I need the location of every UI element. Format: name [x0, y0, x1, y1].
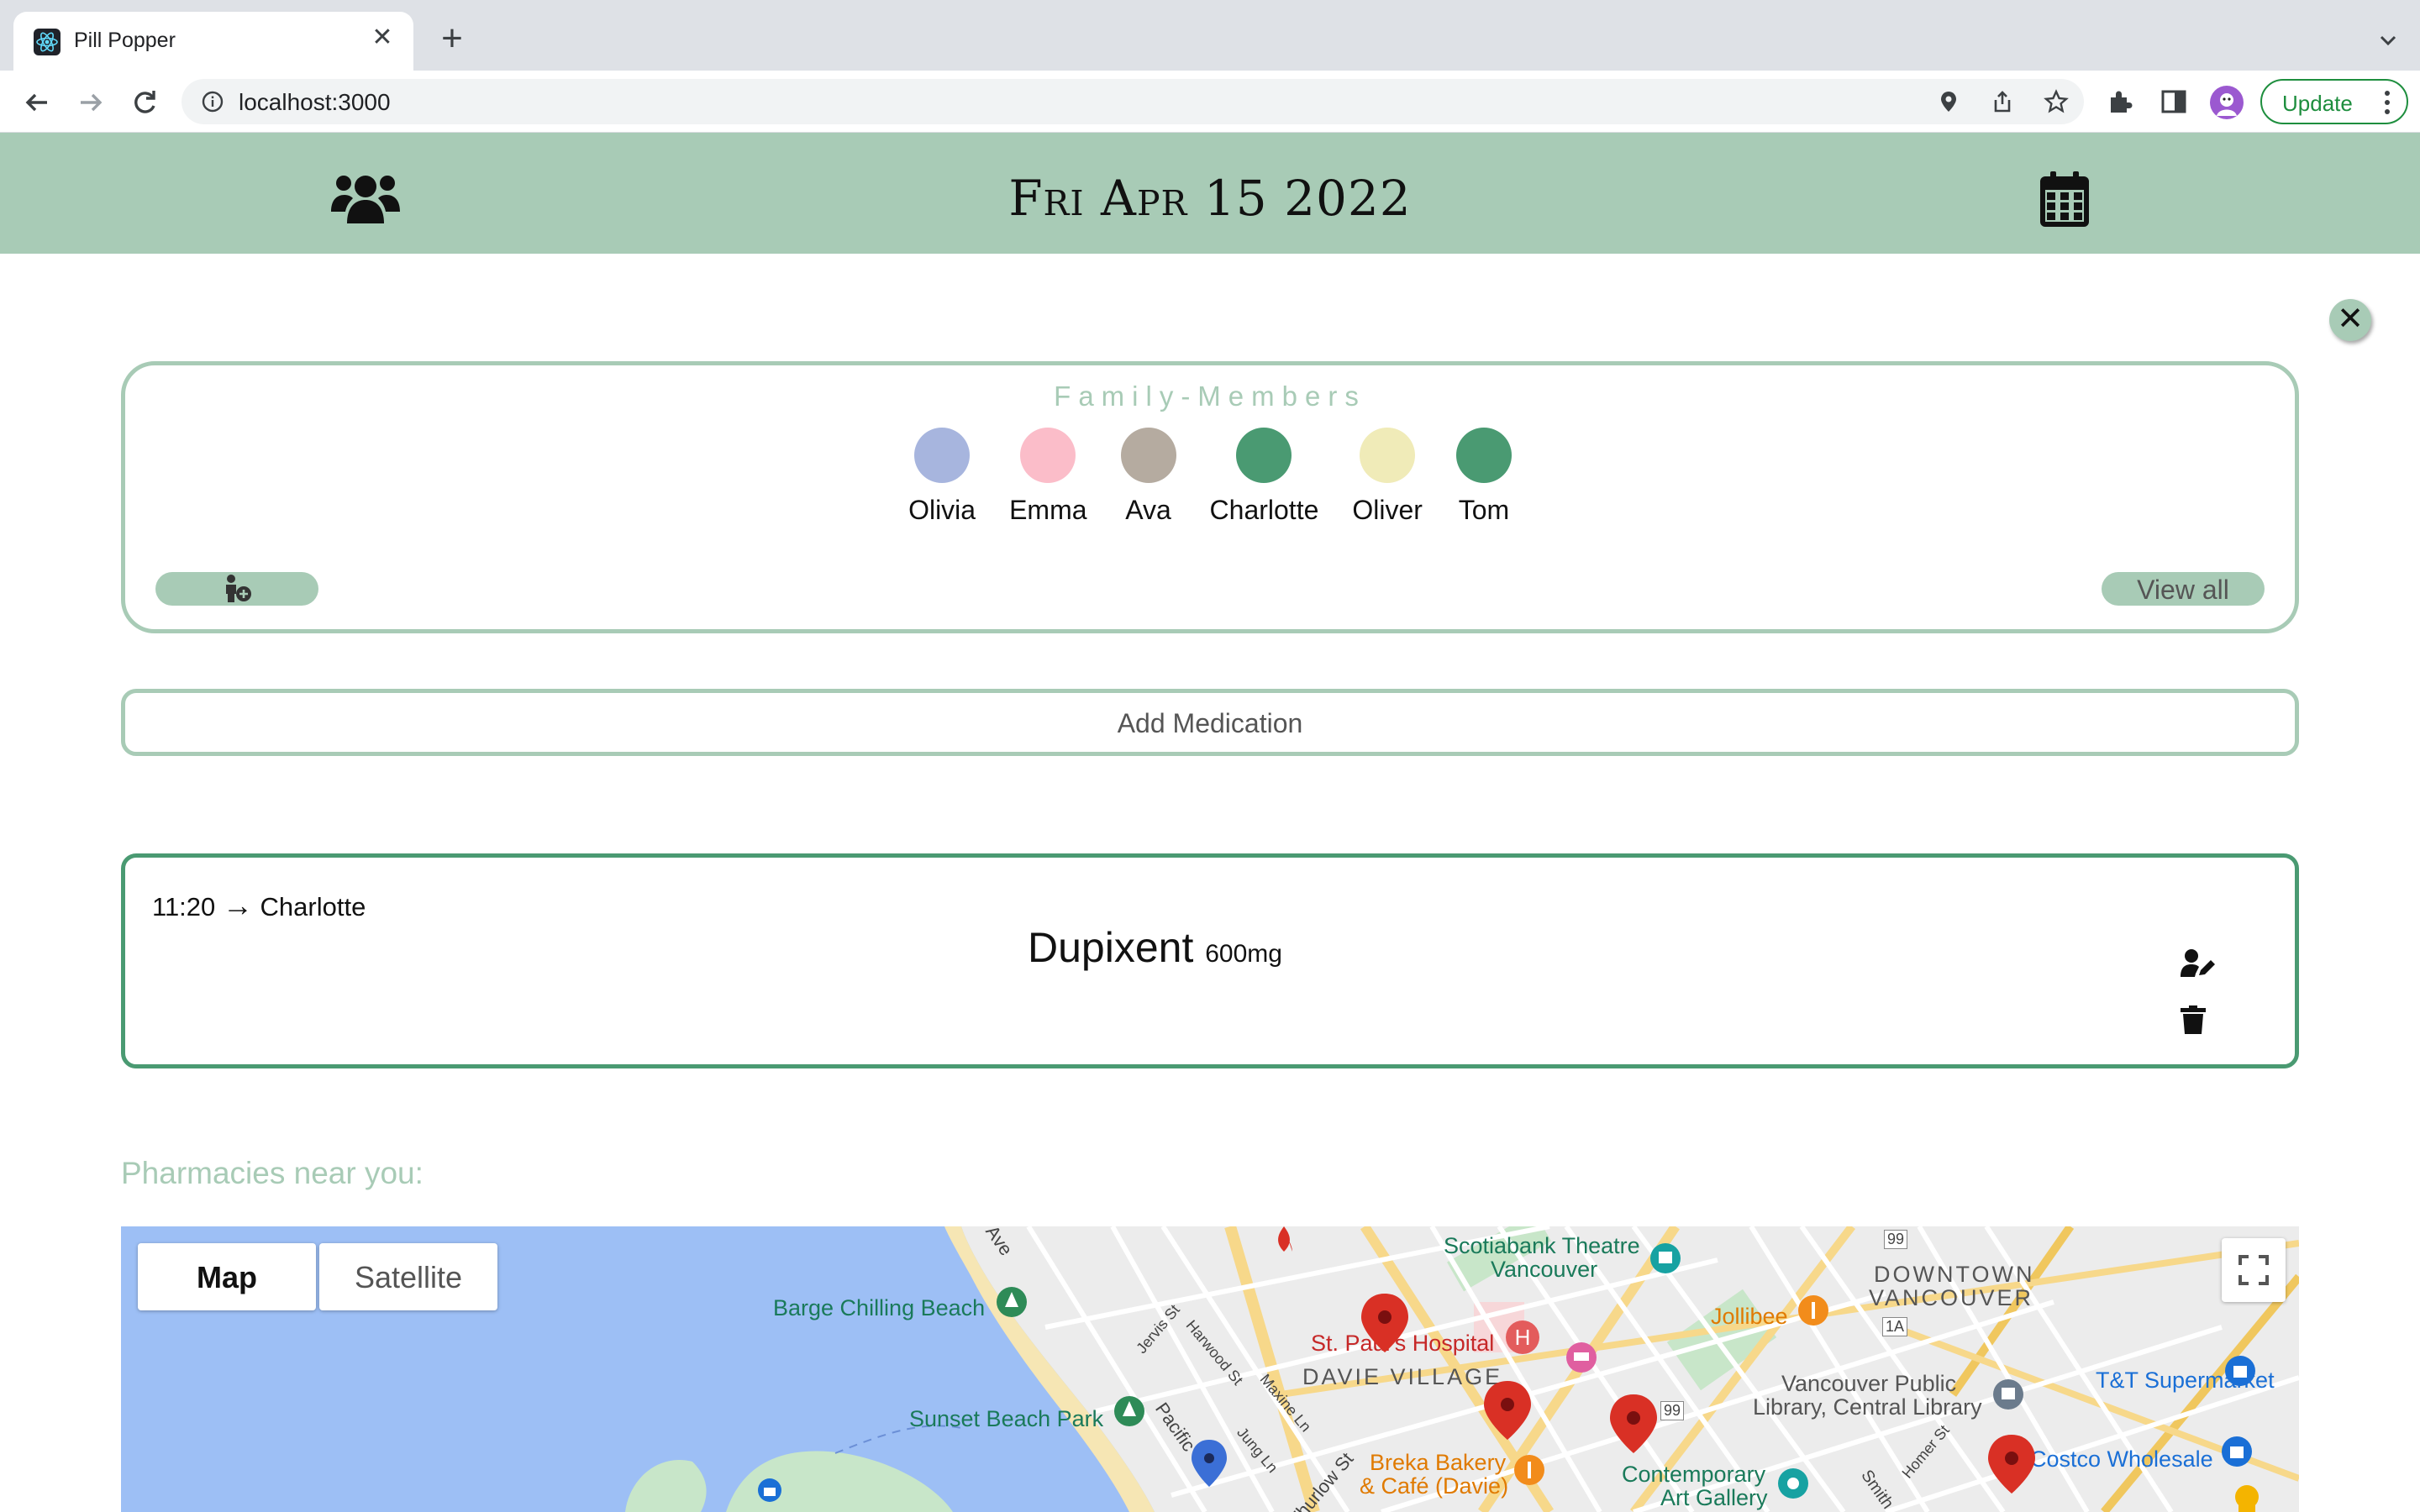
- add-medication-button[interactable]: Add Medication: [121, 689, 2299, 756]
- arrow-right-icon: →: [222, 888, 253, 922]
- map-label-contemporary[interactable]: Contemporary: [1622, 1462, 1765, 1488]
- location-icon[interactable]: [1936, 89, 1961, 114]
- map-label-st-pauls[interactable]: St. Paul's Hospital: [1311, 1331, 1494, 1357]
- member-color-dot: [1360, 428, 1416, 483]
- extensions-icon[interactable]: [2106, 87, 2134, 116]
- member-name: Emma: [1009, 495, 1087, 525]
- member-name: Ava: [1125, 495, 1171, 525]
- fullscreen-icon: [2238, 1255, 2269, 1285]
- map-label-scotiabank[interactable]: Scotiabank Theatre: [1444, 1233, 1640, 1259]
- add-person-icon: [226, 575, 251, 602]
- family-members-panel: Family-Members Olivia Emma Ava Charlotte…: [121, 361, 2299, 633]
- member-ava[interactable]: Ava: [1120, 428, 1176, 526]
- back-icon[interactable]: [20, 86, 54, 119]
- member-color-dot: [1120, 428, 1176, 483]
- map-label-art-gallery[interactable]: Art Gallery: [1660, 1485, 1768, 1511]
- satellite-view-button[interactable]: Satellite: [319, 1243, 497, 1310]
- member-name: Oliver: [1352, 495, 1423, 525]
- fullscreen-button[interactable]: [2222, 1238, 2286, 1302]
- map-label-costco[interactable]: Costco Wholesale: [2030, 1446, 2213, 1473]
- view-all-label: View all: [2137, 575, 2229, 605]
- close-button[interactable]: ✕: [2329, 299, 2371, 341]
- browser-tab[interactable]: Pill Popper ✕: [13, 12, 413, 71]
- member-tom[interactable]: Tom: [1455, 428, 1512, 526]
- url-text: localhost:3000: [239, 89, 391, 115]
- bookmark-star-icon[interactable]: [2044, 89, 2069, 114]
- medication-title: Dupixent 600mg: [1028, 923, 1282, 972]
- member-color-dot: [1020, 428, 1076, 483]
- kebab-menu-icon[interactable]: [2383, 89, 2391, 116]
- medication-dose: 600mg: [1205, 940, 1282, 968]
- family-members-list: Olivia Emma Ava Charlotte Oliver Tom: [125, 428, 2295, 526]
- member-color-dot: [914, 428, 971, 483]
- calendar-icon[interactable]: [2040, 171, 2089, 231]
- view-all-button[interactable]: View all: [2102, 572, 2265, 606]
- user-edit-icon[interactable]: [2181, 948, 2216, 983]
- trash-icon[interactable]: [2181, 1005, 2206, 1038]
- map-view-button[interactable]: Map: [138, 1243, 316, 1310]
- map-label-jollibee[interactable]: Jollibee: [1711, 1304, 1788, 1330]
- map-label-tt-supermarket[interactable]: T&T Supermarket: [2096, 1368, 2275, 1394]
- highway-shield-99: 99: [1884, 1230, 1908, 1249]
- close-icon: ✕: [2337, 302, 2364, 337]
- pharmacy-map[interactable]: Map Satellite Scotiabank Theatre Vancouv…: [121, 1226, 2299, 1512]
- map-label-scotiabank-city[interactable]: Vancouver: [1491, 1257, 1597, 1283]
- member-color-dot: [1236, 428, 1292, 483]
- update-label: Update: [2282, 91, 2353, 116]
- member-name: Tom: [1458, 495, 1510, 525]
- side-panel-icon[interactable]: [2160, 87, 2188, 116]
- profile-avatar[interactable]: [2210, 86, 2244, 119]
- share-icon[interactable]: [1990, 89, 2015, 114]
- pharmacies-heading: Pharmacies near you:: [121, 1156, 424, 1190]
- map-label-breka-davie[interactable]: & Café (Davie): [1360, 1473, 1508, 1499]
- map-label-davie-village: DAVIE VILLAGE: [1302, 1364, 1503, 1389]
- medication-time: 11:20: [152, 892, 216, 921]
- member-name: Olivia: [908, 495, 976, 525]
- medication-member: Charlotte: [260, 892, 366, 921]
- tab-close-icon[interactable]: ✕: [368, 24, 397, 52]
- family-members-title: Family-Members: [1054, 381, 1366, 412]
- highway-shield-1a: 1A: [1882, 1317, 1908, 1336]
- add-medication-label: Add Medication: [1117, 708, 1303, 738]
- map-label-library[interactable]: Vancouver Public: [1781, 1371, 1956, 1397]
- browser-tabstrip: Pill Popper ✕ +: [0, 0, 2420, 71]
- tab-list-chevron-icon[interactable]: [2373, 25, 2403, 55]
- update-button[interactable]: Update: [2260, 79, 2408, 124]
- member-charlotte[interactable]: Charlotte: [1209, 428, 1319, 526]
- browser-toolbar: localhost:3000 Update: [0, 71, 2420, 133]
- highway-shield-99-b: 99: [1660, 1401, 1685, 1420]
- map-label-downtown: DOWNTOWN: [1874, 1262, 2035, 1287]
- map-label-library-central[interactable]: Library, Central Library: [1753, 1394, 1982, 1420]
- member-color-dot: [1455, 428, 1512, 483]
- map-label-barge[interactable]: Barge Chilling Beach: [773, 1295, 985, 1321]
- medication-schedule: 11:20 → Charlotte: [152, 888, 366, 923]
- add-member-button[interactable]: [155, 572, 318, 606]
- member-emma[interactable]: Emma: [1009, 428, 1087, 526]
- site-info-icon[interactable]: [202, 91, 224, 113]
- reload-icon[interactable]: [128, 86, 161, 119]
- app-header: Fri Apr 15 2022: [0, 133, 2420, 254]
- member-olivia[interactable]: Olivia: [908, 428, 976, 526]
- map-label-sunset-beach[interactable]: Sunset Beach Park: [909, 1406, 1103, 1432]
- forward-icon[interactable]: [74, 86, 108, 119]
- satellite-view-label: Satellite: [354, 1260, 463, 1294]
- map-view-label: Map: [197, 1260, 257, 1294]
- member-oliver[interactable]: Oliver: [1352, 428, 1423, 526]
- tab-title: Pill Popper: [74, 29, 176, 52]
- new-tab-button[interactable]: +: [434, 20, 471, 57]
- address-bar[interactable]: localhost:3000: [182, 79, 2084, 124]
- medication-card: 11:20 → Charlotte Dupixent 600mg: [121, 853, 2299, 1068]
- member-name: Charlotte: [1209, 495, 1319, 525]
- map-label-breka[interactable]: Breka Bakery: [1370, 1450, 1506, 1476]
- react-favicon-icon: [34, 29, 60, 55]
- medication-name: Dupixent: [1028, 924, 1194, 971]
- map-label-downtown-vancouver: VANCOUVER: [1869, 1285, 2034, 1310]
